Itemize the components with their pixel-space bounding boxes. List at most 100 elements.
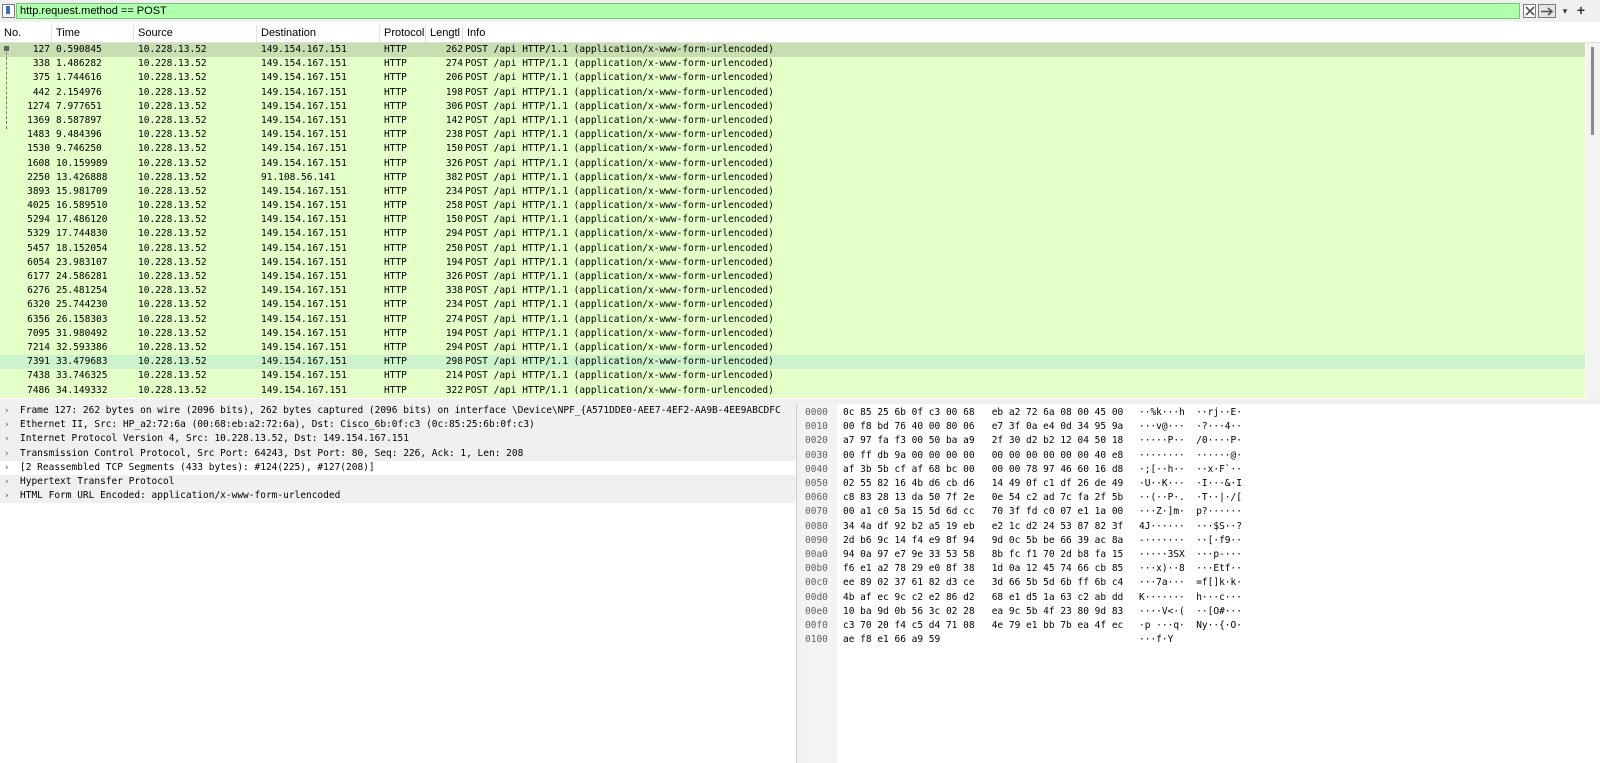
byte-hex[interactable]: 02 55 82 16 4b d6 cb d6 14 49 0f c1 df 2… xyxy=(843,477,1123,491)
cell-source: 10.228.13.52 xyxy=(138,271,207,282)
chevron-down-icon[interactable]: ▾ xyxy=(1559,4,1571,18)
close-icon[interactable] xyxy=(1523,4,1536,18)
chevron-right-icon[interactable]: › xyxy=(5,447,15,461)
cell-protocol: HTTP xyxy=(384,157,407,169)
chevron-right-icon[interactable]: › xyxy=(5,432,15,446)
column-header-time[interactable]: Time xyxy=(52,25,134,42)
packet-row[interactable]: 375 1.744616 10.228.13.52 149.154.167.151 HT… xyxy=(0,71,1585,86)
byte-hex[interactable]: 00 a1 c0 5a 15 5d 6d cc 70 3f fd c0 07 e… xyxy=(843,505,1123,519)
byte-ascii[interactable]: 4J······ ···$S··? xyxy=(1139,520,1242,534)
byte-ascii[interactable]: ·U··K··· ·I···&·I xyxy=(1139,477,1242,491)
byte-ascii[interactable]: ·;[··h·· ··x·F`·· xyxy=(1139,463,1242,477)
byte-hex[interactable]: f6 e1 a2 78 29 e0 8f 38 1d 0a 12 45 74 6… xyxy=(843,562,1123,576)
packet-row[interactable]: 1530 9.746250 10.228.13.52 149.154.167.151 H… xyxy=(0,142,1585,157)
cell-no: 338 xyxy=(32,58,50,70)
cell-no: 7438 xyxy=(27,370,50,382)
byte-ascii[interactable]: ········ ······@· xyxy=(1139,449,1242,463)
packet-row[interactable]: 3893 15.981709 10.228.13.52 149.154.167.151… xyxy=(0,184,1585,200)
packet-row[interactable]: 6356 26.158303 10.228.13.52 149.154.167.151… xyxy=(0,312,1585,327)
packet-row[interactable]: 1608 10.159989 10.228.13.52 149.154.167.151… xyxy=(0,156,1585,171)
packet-row[interactable]: 7438 33.746325 10.228.13.52 149.154.167.151… xyxy=(0,369,1585,384)
byte-hex[interactable]: 00 ff db 9a 00 00 00 00 00 00 00 00 00 0… xyxy=(843,449,1123,463)
byte-ascii[interactable]: K······· h···c··· xyxy=(1139,591,1242,605)
byte-ascii[interactable]: ··(··P·. ·T··|·/[ xyxy=(1139,491,1242,505)
byte-hex[interactable]: 2d b6 9c 14 f4 e9 8f 94 9d 0c 5b be 66 3… xyxy=(843,534,1123,548)
byte-ascii[interactable]: ····V<·( ··[O#··· xyxy=(1139,605,1242,619)
packet-row[interactable]: 442 2.154976 10.228.13.52 149.154.167.151 HT… xyxy=(0,85,1585,100)
byte-ascii[interactable]: ···f·Y xyxy=(1139,633,1173,647)
arrow-right-icon[interactable] xyxy=(1538,4,1556,18)
scrollbar-thumb[interactable] xyxy=(1591,47,1594,135)
byte-hex[interactable]: 10 ba 9d 0b 56 3c 02 28 ea 9c 5b 4f 23 8… xyxy=(843,605,1123,619)
byte-hex[interactable]: 0c 85 25 6b 0f c3 00 68 eb a2 72 6a 08 0… xyxy=(843,406,1123,420)
chevron-right-icon[interactable]: › xyxy=(5,404,15,418)
byte-ascii[interactable]: ·····3SX ···p-··· xyxy=(1139,548,1242,562)
plus-icon[interactable]: + xyxy=(1574,3,1588,18)
cell-length: 326 xyxy=(445,157,463,169)
byte-hex[interactable]: 94 0a 97 e7 9e 33 53 58 8b fc f1 70 2d b… xyxy=(843,548,1123,562)
packet-row[interactable]: 338 1.486282 10.228.13.52 149.154.167.151 HT… xyxy=(0,57,1585,72)
cell-source: 10.228.13.52 xyxy=(138,214,207,226)
column-header-length[interactable]: Lengtl xyxy=(426,25,463,42)
byte-ascii[interactable]: ···v@··· ·?···4·· xyxy=(1139,420,1242,434)
chevron-right-icon[interactable]: › xyxy=(5,418,15,432)
byte-hex[interactable]: ae f8 e1 66 a9 59 xyxy=(843,633,940,647)
chevron-right-icon[interactable]: › xyxy=(5,475,15,489)
column-header-source[interactable]: Source xyxy=(134,25,257,42)
byte-ascii[interactable]: ···7a··· =f[]k·k· xyxy=(1139,576,1242,590)
byte-hex[interactable]: c8 83 28 13 da 50 7f 2e 0e 54 c2 ad 7c f… xyxy=(843,491,1123,505)
bookmark-icon[interactable] xyxy=(2,4,15,18)
packet-row[interactable]: 4025 16.589510 10.228.13.52 149.154.167.151… xyxy=(0,199,1585,214)
cell-no: 375 xyxy=(32,72,50,84)
chevron-right-icon[interactable]: › xyxy=(5,489,15,503)
byte-ascii[interactable]: ·p ···q· Ny··{·O· xyxy=(1139,619,1242,633)
byte-hex[interactable]: a7 97 fa f3 00 50 ba a9 2f 30 d2 b2 12 0… xyxy=(843,434,1123,448)
byte-ascii[interactable]: ··%k···h ··rj··E· xyxy=(1139,406,1242,420)
cell-source: 10.228.13.52 xyxy=(138,185,207,197)
packet-row[interactable]: 6054 23.983107 10.228.13.52 149.154.167.151… xyxy=(0,255,1585,270)
packet-row[interactable]: 6177 24.586281 10.228.13.52 149.154.167.151… xyxy=(0,270,1585,285)
detail-tree-item[interactable]: › HTML Form URL Encoded: application/x-ww… xyxy=(0,489,796,504)
byte-hex[interactable]: af 3b 5b cf af 68 bc 00 00 00 78 97 46 6… xyxy=(843,463,1123,477)
detail-tree-item[interactable]: › Frame 127: 262 bytes on wire (2096 bits… xyxy=(0,404,796,419)
packet-row[interactable]: 7486 34.149332 10.228.13.52 149.154.167.151… xyxy=(0,383,1585,398)
packet-row[interactable]: 1274 7.977651 10.228.13.52 149.154.167.151 H… xyxy=(0,99,1585,114)
byte-offset: 00b0 xyxy=(805,563,828,575)
display-filter-input[interactable] xyxy=(16,3,1520,19)
byte-ascii[interactable]: ···x)··8 ···Etf·· xyxy=(1139,562,1242,576)
packet-row[interactable]: 7391 33.479683 10.228.13.52 149.154.167.151… xyxy=(0,355,1585,370)
packet-row[interactable]: 5329 17.744830 10.228.13.52 149.154.167.151… xyxy=(0,227,1585,242)
detail-tree-item[interactable]: › Transmission Control Protocol, Src Port… xyxy=(0,446,796,461)
column-header-protocol[interactable]: Protocol xyxy=(380,25,426,42)
byte-ascii[interactable]: -······· ··[·f9·· xyxy=(1139,534,1242,548)
packet-row[interactable]: 1369 8.587897 10.228.13.52 149.154.167.151 H… xyxy=(0,113,1585,129)
detail-tree-item[interactable]: › Hypertext Transfer Protocol xyxy=(0,474,796,490)
packet-row[interactable]: 7214 32.593386 10.228.13.52 149.154.167.151… xyxy=(0,340,1585,356)
packet-row[interactable]: 6320 25.744230 10.228.13.52 149.154.167.151… xyxy=(0,298,1585,313)
column-header-info[interactable]: Info xyxy=(463,25,1586,42)
byte-hex[interactable]: c3 70 20 f4 c5 d4 71 08 4e 79 e1 bb 7b e… xyxy=(843,619,1123,633)
detail-tree-item[interactable]: › [2 Reassembled TCP Segments (433 bytes)… xyxy=(0,460,796,475)
packet-row[interactable]: 127 0.590845 10.228.13.52 149.154.167.151 HT… xyxy=(0,43,1585,58)
byte-ascii[interactable]: ·····P·· /0····P· xyxy=(1139,434,1242,448)
byte-ascii[interactable]: ···Z·]m· p?······ xyxy=(1139,505,1242,519)
packet-row[interactable]: 7095 31.980492 10.228.13.52 149.154.167.151… xyxy=(0,326,1585,341)
chevron-right-icon[interactable]: › xyxy=(5,461,15,475)
packet-row[interactable]: 2250 13.426888 10.228.13.52 91.108.56.141 HT… xyxy=(0,170,1585,185)
cell-source: 10.228.13.52 xyxy=(138,327,207,339)
byte-hex[interactable]: ee 89 02 37 61 82 d3 ce 3d 66 5b 5d 6b f… xyxy=(843,576,1123,590)
packet-row[interactable]: 5294 17.486120 10.228.13.52 149.154.167.151… xyxy=(0,213,1585,228)
column-header-no[interactable]: No. xyxy=(0,25,52,42)
packet-row[interactable]: 6276 25.481254 10.228.13.52 149.154.167.151… xyxy=(0,284,1585,299)
packet-row[interactable]: 1483 9.484396 10.228.13.52 149.154.167.151 H… xyxy=(0,128,1585,143)
cell-source: 10.228.13.52 xyxy=(138,114,207,126)
byte-hex[interactable]: 00 f8 bd 76 40 00 80 06 e7 3f 0a e4 0d 3… xyxy=(843,420,1123,434)
byte-hex[interactable]: 4b af ec 9c c2 e2 86 d2 68 e1 d5 1a 63 c… xyxy=(843,591,1123,605)
byte-hex[interactable]: 34 4a df 92 b2 a5 19 eb e2 1c d2 24 53 8… xyxy=(843,520,1123,534)
column-header-destination[interactable]: Destination xyxy=(257,25,380,42)
cell-info: POST /api HTTP/1.1 (application/x-www-fo… xyxy=(465,157,774,169)
detail-tree-item[interactable]: › Ethernet II, Src: HP_a2:72:6a (00:68:eb… xyxy=(0,418,796,433)
packet-row[interactable]: 5457 18.152054 10.228.13.52 149.154.167.151… xyxy=(0,241,1585,256)
detail-tree-item[interactable]: › Internet Protocol Version 4, Src: 10.22… xyxy=(0,432,796,447)
packet-list-scrollbar[interactable] xyxy=(1586,43,1600,399)
